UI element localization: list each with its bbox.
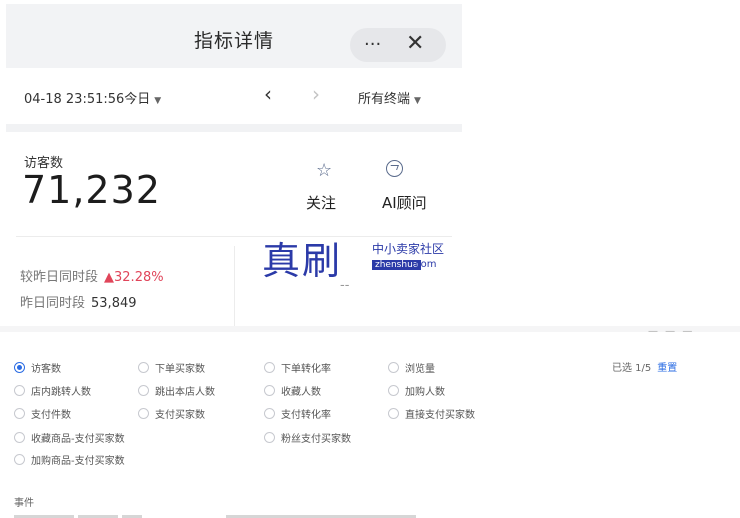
- option-item[interactable]: 直接支付买家数: [388, 406, 475, 421]
- chevron-down-icon: ▼: [154, 96, 162, 106]
- option-label: 收藏商品-支付买家数: [31, 434, 125, 445]
- previous-day-icon[interactable]: ‹: [264, 82, 272, 106]
- option-item[interactable]: 下单转化率: [264, 360, 331, 375]
- divider: [234, 246, 235, 326]
- radio-icon[interactable]: [388, 385, 399, 396]
- option-label: 支付件数: [31, 410, 71, 421]
- more-icon[interactable]: ···: [364, 34, 381, 55]
- option-label: 跳出本店人数: [155, 387, 215, 398]
- option-label: 加购商品-支付买家数: [31, 456, 125, 467]
- next-day-icon[interactable]: ›: [312, 82, 320, 106]
- chevron-down-icon: ▼: [414, 96, 421, 106]
- option-item[interactable]: 支付买家数: [138, 406, 205, 421]
- yesterday-value: 53,849: [91, 296, 137, 311]
- option-item[interactable]: 加购商品-支付买家数: [14, 452, 125, 467]
- radio-icon[interactable]: [388, 362, 399, 373]
- option-label: 加购人数: [405, 387, 445, 398]
- watermark-logo: 真刷 中小卖家社区 zhenshua .com: [262, 228, 482, 288]
- date-label: 04-18 23:51:56今日: [24, 92, 151, 107]
- comparison-label: 较昨日同时段: [20, 270, 99, 285]
- radio-icon[interactable]: [14, 385, 25, 396]
- option-label: 下单买家数: [155, 364, 205, 375]
- option-item[interactable]: 访客数: [14, 360, 61, 375]
- comparison-change: 较昨日同时段 ▲32.28%: [20, 266, 164, 285]
- follow-button[interactable]: 关注: [306, 192, 336, 213]
- radio-icon[interactable]: [138, 408, 149, 419]
- selection-count: 已选 1/5: [612, 363, 652, 374]
- option-item[interactable]: 加购人数: [388, 383, 445, 398]
- selection-summary: 已选 1/5 重置: [612, 359, 677, 374]
- radio-icon[interactable]: [14, 454, 25, 465]
- radio-icon[interactable]: [14, 432, 25, 443]
- page-header: 指标详情 ··· ✕: [6, 4, 462, 68]
- option-label: 收藏人数: [281, 387, 321, 398]
- option-item[interactable]: 跳出本店人数: [138, 383, 215, 398]
- option-label: 店内跳转人数: [31, 387, 91, 398]
- ai-advisor-button[interactable]: AI顾问: [382, 192, 427, 213]
- option-item[interactable]: 收藏人数: [264, 383, 321, 398]
- radio-icon[interactable]: [264, 432, 275, 443]
- radio-selected-icon[interactable]: [14, 362, 25, 373]
- radio-icon[interactable]: [14, 408, 25, 419]
- terminal-selector[interactable]: 所有终端 ▼: [358, 88, 421, 107]
- section-divider: [0, 326, 740, 332]
- watermark-title: 真刷: [262, 239, 343, 283]
- radio-icon[interactable]: [264, 362, 275, 373]
- option-item[interactable]: 粉丝支付买家数: [264, 430, 351, 445]
- terminal-label: 所有终端: [358, 92, 411, 107]
- option-item[interactable]: 收藏商品-支付买家数: [14, 430, 125, 445]
- option-item[interactable]: 下单买家数: [138, 360, 205, 375]
- option-label: 支付转化率: [281, 410, 331, 421]
- option-item[interactable]: 支付件数: [14, 406, 71, 421]
- change-percent: ▲32.28%: [104, 270, 164, 285]
- radio-icon[interactable]: [388, 408, 399, 419]
- reset-link[interactable]: 重置: [657, 363, 677, 374]
- events-section-label: 事件: [14, 498, 34, 509]
- star-icon[interactable]: ☆: [316, 160, 332, 181]
- radio-icon[interactable]: [264, 408, 275, 419]
- option-label: 浏览量: [405, 364, 435, 375]
- radio-icon[interactable]: [138, 385, 149, 396]
- section-divider: [6, 124, 462, 132]
- filter-toolbar: 04-18 23:51:56今日 ▼ ‹ › 所有终端 ▼: [6, 68, 462, 124]
- option-item[interactable]: 支付转化率: [264, 406, 331, 421]
- option-label: 访客数: [31, 364, 61, 375]
- radio-icon[interactable]: [264, 385, 275, 396]
- date-selector[interactable]: 04-18 23:51:56今日 ▼: [24, 88, 161, 107]
- dash-marker: — — —: [648, 326, 695, 337]
- comparison-yesterday: 昨日同时段 53,849: [20, 292, 137, 311]
- option-item[interactable]: 浏览量: [388, 360, 435, 375]
- option-label: 下单转化率: [281, 364, 331, 375]
- events-row-cropped: [14, 512, 484, 518]
- option-label: 粉丝支付买家数: [281, 434, 351, 445]
- option-label: 支付买家数: [155, 410, 205, 421]
- ai-advisor-icon[interactable]: [386, 160, 403, 177]
- metric-value: 71,232: [22, 168, 161, 212]
- option-item[interactable]: 店内跳转人数: [14, 383, 91, 398]
- mini-program-capsule: ··· ✕: [350, 28, 446, 62]
- watermark-subtitle: 中小卖家社区: [372, 242, 445, 256]
- radio-icon[interactable]: [138, 362, 149, 373]
- yesterday-label: 昨日同时段: [20, 296, 86, 311]
- option-label: 直接支付买家数: [405, 410, 475, 421]
- close-icon[interactable]: ✕: [406, 31, 424, 56]
- watermark-domain: .com: [412, 259, 437, 270]
